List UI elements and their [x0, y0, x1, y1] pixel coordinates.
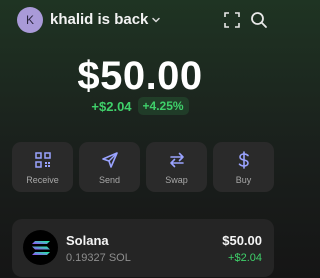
balance-change-row: +$2.04 +4.25%	[0, 97, 280, 115]
account-switcher[interactable]: khalid is back	[50, 11, 161, 28]
action-buttons: Receive Send Swap Buy	[12, 142, 274, 192]
total-balance: $50.00	[77, 54, 203, 98]
search-icon[interactable]	[250, 11, 268, 29]
buy-button[interactable]: Buy	[213, 142, 274, 192]
avatar[interactable]: K	[17, 7, 43, 33]
token-value: $50.00	[222, 233, 262, 248]
balance-change-amount: +$2.04	[91, 98, 132, 114]
qr-code-icon	[34, 152, 51, 168]
expand-icon[interactable]	[224, 12, 240, 28]
solana-logo	[23, 230, 58, 265]
token-name: Solana	[66, 233, 109, 248]
token-change: +$2.04	[228, 252, 262, 264]
buy-label: Buy	[235, 175, 252, 185]
top-bar: K khalid is back	[0, 0, 280, 40]
send-button[interactable]: Send	[79, 142, 140, 192]
send-icon	[101, 152, 118, 168]
token-amount: 0.19327 SOL	[66, 252, 131, 264]
send-label: Send	[98, 175, 121, 185]
receive-label: Receive	[26, 175, 59, 185]
account-name: khalid is back	[50, 11, 149, 28]
token-row-solana[interactable]: Solana 0.19327 SOL $50.00 +$2.04	[12, 219, 274, 277]
receive-button[interactable]: Receive	[12, 142, 73, 192]
swap-label: Swap	[165, 175, 188, 185]
solana-icon	[31, 240, 50, 255]
swap-icon	[169, 152, 184, 168]
swap-button[interactable]: Swap	[146, 142, 207, 192]
dollar-icon	[238, 151, 249, 169]
chevron-down-icon	[152, 17, 161, 22]
balance-change-percent-badge: +4.25%	[137, 97, 189, 115]
